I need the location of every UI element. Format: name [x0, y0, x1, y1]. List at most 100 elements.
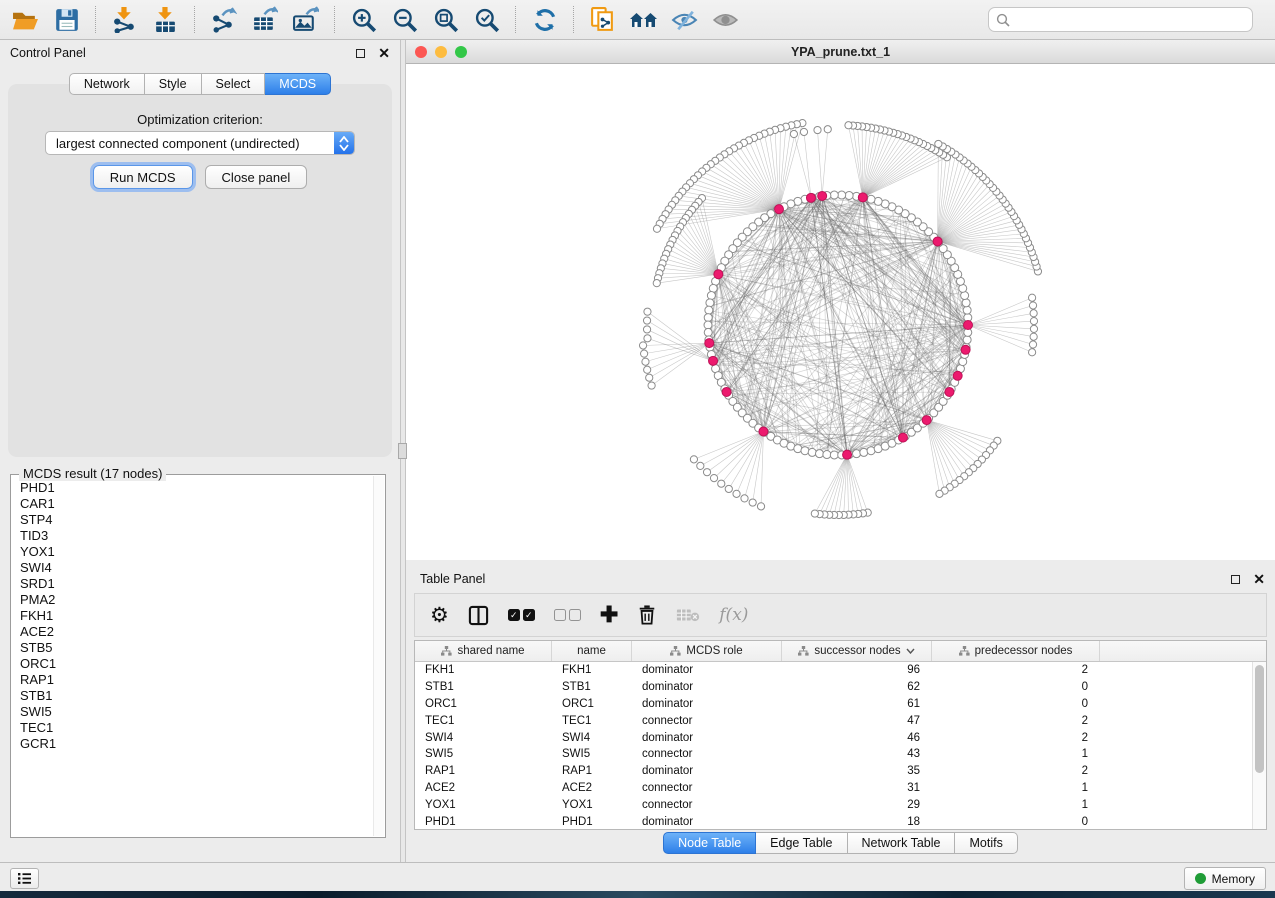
delete-table-icon[interactable] [676, 607, 700, 623]
export-table-icon[interactable] [249, 5, 280, 34]
network-node[interactable] [1030, 317, 1037, 324]
column-header-name[interactable]: name [552, 641, 632, 661]
network-node[interactable] [811, 510, 818, 517]
table-row[interactable]: FKH1FKH1dominator962 [415, 662, 1266, 679]
network-node[interactable] [710, 474, 717, 481]
mcds-result-item[interactable]: ACE2 [20, 624, 385, 640]
close-window-icon[interactable] [415, 46, 427, 58]
deselect-all-icon[interactable] [554, 609, 581, 621]
save-session-icon[interactable] [51, 5, 82, 34]
mcds-hub-node[interactable] [705, 339, 714, 348]
network-node[interactable] [801, 447, 809, 455]
close-panel-icon[interactable]: ✕ [378, 46, 390, 60]
mcds-hub-node[interactable] [961, 345, 970, 354]
network-node[interactable] [643, 326, 650, 333]
mcds-hub-node[interactable] [858, 193, 867, 202]
network-node[interactable] [1028, 294, 1035, 301]
network-node[interactable] [845, 122, 852, 129]
mcds-result-item[interactable]: FKH1 [20, 608, 385, 624]
table-row[interactable]: SWI5SWI5connector431 [415, 746, 1266, 763]
add-column-icon[interactable]: ✚ [600, 604, 618, 626]
float-panel-icon[interactable] [356, 49, 365, 58]
mcds-result-item[interactable]: SWI4 [20, 560, 385, 576]
mcds-hub-node[interactable] [818, 191, 827, 200]
import-network-icon[interactable] [109, 5, 140, 34]
export-network-icon[interactable] [208, 5, 239, 34]
table-row[interactable]: STB1STB1dominator620 [415, 679, 1266, 696]
network-node[interactable] [790, 130, 797, 137]
network-node[interactable] [936, 490, 943, 497]
mcds-hub-node[interactable] [899, 433, 908, 442]
criterion-select[interactable]: largest connected component (undirected) [45, 131, 355, 155]
memory-button[interactable]: Memory [1184, 867, 1266, 890]
network-node[interactable] [867, 195, 875, 203]
network-node[interactable] [963, 336, 971, 344]
table-row[interactable]: ORC1ORC1dominator610 [415, 696, 1266, 713]
mcds-hub-node[interactable] [933, 237, 942, 246]
mcds-result-item[interactable]: PMA2 [20, 592, 385, 608]
vertical-splitter-grip[interactable] [398, 443, 407, 459]
network-node[interactable] [935, 140, 942, 147]
export-image-icon[interactable] [290, 5, 321, 34]
open-session-icon[interactable] [10, 5, 41, 34]
mcds-result-item[interactable]: ORC1 [20, 656, 385, 672]
hide-selected-icon[interactable] [669, 5, 700, 34]
mcds-hub-node[interactable] [843, 450, 852, 459]
column-header-MCDS-role[interactable]: MCDS role [632, 641, 782, 661]
mcds-hub-node[interactable] [922, 416, 931, 425]
network-node[interactable] [725, 485, 732, 492]
mcds-result-item[interactable]: SWI5 [20, 704, 385, 720]
mcds-hub-node[interactable] [806, 193, 815, 202]
tab-style[interactable]: Style [145, 73, 202, 95]
network-node[interactable] [646, 374, 653, 381]
mcds-result-item[interactable]: YOX1 [20, 544, 385, 560]
table-row[interactable]: RAP1RAP1dominator352 [415, 763, 1266, 780]
mcds-hub-node[interactable] [953, 371, 962, 380]
network-node[interactable] [705, 306, 713, 314]
zoom-fit-icon[interactable] [430, 5, 461, 34]
network-node[interactable] [703, 469, 710, 476]
network-node[interactable] [1029, 302, 1036, 309]
mcds-result-item[interactable]: STB1 [20, 688, 385, 704]
table-row[interactable]: ACE2ACE2connector311 [415, 780, 1266, 797]
mcds-result-item[interactable]: TEC1 [20, 720, 385, 736]
network-canvas[interactable] [406, 64, 1275, 560]
network-node[interactable] [690, 456, 697, 463]
tab-motifs[interactable]: Motifs [955, 832, 1017, 854]
network-node[interactable] [741, 495, 748, 502]
network-node[interactable] [749, 499, 756, 506]
mcds-result-item[interactable]: TID3 [20, 528, 385, 544]
table-row[interactable]: YOX1YOX1connector291 [415, 796, 1266, 813]
network-node[interactable] [704, 328, 712, 336]
maximize-window-icon[interactable] [455, 46, 467, 58]
table-scrollbar[interactable] [1252, 662, 1266, 829]
mcds-result-item[interactable]: GCR1 [20, 736, 385, 752]
mcds-list-scrollbar[interactable] [373, 476, 384, 836]
select-all-icon[interactable]: ✓✓ [508, 609, 535, 621]
zoom-out-icon[interactable] [389, 5, 420, 34]
mcds-hub-node[interactable] [759, 427, 768, 436]
function-builder-icon[interactable]: f(x) [719, 605, 748, 625]
mcds-hub-node[interactable] [709, 356, 718, 365]
show-all-icon[interactable] [710, 5, 741, 34]
close-table-panel-icon[interactable]: ✕ [1253, 572, 1265, 586]
network-node[interactable] [706, 299, 714, 307]
network-node[interactable] [963, 306, 971, 314]
network-node[interactable] [1028, 349, 1035, 356]
network-node[interactable] [853, 450, 861, 458]
mcds-hub-node[interactable] [774, 205, 783, 214]
show-columns-icon[interactable] [468, 605, 489, 626]
network-node[interactable] [644, 335, 651, 342]
mcds-result-item[interactable]: RAP1 [20, 672, 385, 688]
network-node[interactable] [1030, 333, 1037, 340]
mcds-hub-node[interactable] [714, 270, 723, 279]
network-node[interactable] [704, 314, 712, 322]
network-node[interactable] [718, 480, 725, 487]
network-node[interactable] [800, 128, 807, 135]
network-node[interactable] [639, 342, 646, 349]
column-header-shared-name[interactable]: shared name [415, 641, 552, 661]
tab-node-table[interactable]: Node Table [663, 832, 756, 854]
minimize-window-icon[interactable] [435, 46, 447, 58]
mcds-result-item[interactable]: CAR1 [20, 496, 385, 512]
mcds-result-list[interactable]: PHD1CAR1STP4TID3YOX1SWI4SRD1PMA2FKH1ACE2… [11, 475, 385, 837]
